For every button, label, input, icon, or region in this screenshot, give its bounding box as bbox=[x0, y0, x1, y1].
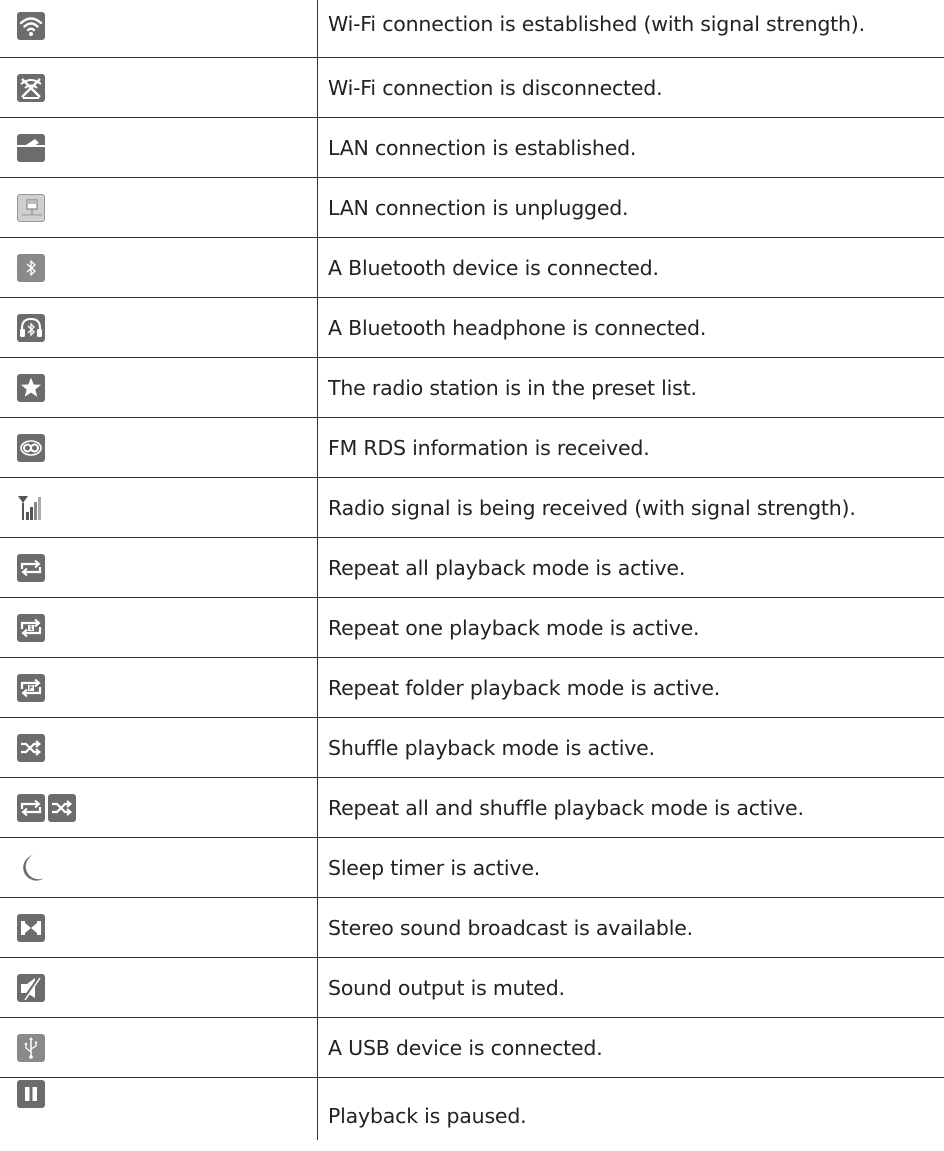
mute-icon bbox=[17, 973, 45, 1002]
table-row: Sound output is muted. bbox=[0, 957, 944, 1018]
description-cell: LAN connection is unplugged. bbox=[317, 177, 944, 238]
icon-cell bbox=[0, 837, 318, 898]
icon-cell: 1 bbox=[0, 597, 318, 658]
table-row: F Repeat folder playback mode is active. bbox=[0, 657, 944, 718]
description-cell: Wi-Fi connection is disconnected. bbox=[317, 57, 944, 118]
wifi-signal-icon bbox=[17, 12, 45, 40]
icon-legend-table: Wi-Fi connection is established (with si… bbox=[0, 0, 944, 1140]
icon-cell bbox=[0, 477, 318, 538]
repeat-all-icon bbox=[17, 553, 45, 582]
table-row: Stereo sound broadcast is available. bbox=[0, 897, 944, 958]
wifi-disconnected-icon bbox=[17, 73, 45, 102]
icon-cell bbox=[0, 117, 318, 178]
icon-cell bbox=[0, 957, 318, 1018]
repeat-one-icon: 1 bbox=[17, 613, 45, 642]
lan-connected-icon bbox=[17, 133, 45, 162]
icon-cell bbox=[0, 237, 318, 298]
description-cell: Sleep timer is active. bbox=[317, 837, 944, 898]
description-cell: A Bluetooth headphone is connected. bbox=[317, 297, 944, 358]
description-cell: FM RDS information is received. bbox=[317, 417, 944, 478]
stereo-icon bbox=[17, 913, 45, 942]
description-cell: Repeat one playback mode is active. bbox=[317, 597, 944, 658]
description-cell: Repeat all playback mode is active. bbox=[317, 537, 944, 598]
icon-cell bbox=[0, 537, 318, 598]
description-cell: LAN connection is established. bbox=[317, 117, 944, 178]
icon-cell bbox=[0, 357, 318, 418]
bluetooth-icon bbox=[17, 253, 45, 282]
description-cell: Repeat folder playback mode is active. bbox=[317, 657, 944, 718]
description-cell: The radio station is in the preset list. bbox=[317, 357, 944, 418]
table-row: Wi-Fi connection is established (with si… bbox=[0, 0, 944, 58]
icon-cell: F bbox=[0, 657, 318, 718]
table-row: Playback is paused. bbox=[0, 1077, 944, 1140]
icon-cell bbox=[0, 717, 318, 778]
table-row: A Bluetooth device is connected. bbox=[0, 237, 944, 298]
icon-cell bbox=[0, 297, 318, 358]
table-row: A Bluetooth headphone is connected. bbox=[0, 297, 944, 358]
icon-cell bbox=[0, 177, 318, 238]
table-row: Wi-Fi connection is disconnected. bbox=[0, 57, 944, 118]
description-cell: Repeat all and shuffle playback mode is … bbox=[317, 777, 944, 838]
shuffle-icon bbox=[48, 793, 76, 822]
icon-cell bbox=[0, 777, 318, 838]
table-row: Shuffle playback mode is active. bbox=[0, 717, 944, 778]
radio-signal-icon bbox=[17, 493, 45, 522]
description-cell: Radio signal is being received (with sig… bbox=[317, 477, 944, 538]
table-row: The radio station is in the preset list. bbox=[0, 357, 944, 418]
icon-cell bbox=[0, 1077, 318, 1140]
description-cell: Playback is paused. bbox=[328, 1104, 527, 1128]
icon-cell bbox=[0, 1017, 318, 1078]
icon-cell bbox=[0, 0, 318, 58]
description-cell: Shuffle playback mode is active. bbox=[317, 717, 944, 778]
table-row: Sleep timer is active. bbox=[0, 837, 944, 898]
repeat-folder-icon: F bbox=[17, 673, 45, 702]
usb-icon bbox=[17, 1033, 45, 1062]
table-row: Repeat all and shuffle playback mode is … bbox=[0, 777, 944, 838]
table-row: FM RDS information is received. bbox=[0, 417, 944, 478]
table-row: LAN connection is unplugged. bbox=[0, 177, 944, 238]
description-cell: A Bluetooth device is connected. bbox=[317, 237, 944, 298]
star-icon bbox=[17, 373, 45, 402]
icon-cell bbox=[0, 417, 318, 478]
shuffle-icon bbox=[17, 733, 45, 762]
icon-cell bbox=[0, 57, 318, 118]
description-cell: Stereo sound broadcast is available. bbox=[317, 897, 944, 958]
description-cell: Sound output is muted. bbox=[317, 957, 944, 1018]
svg-text:F: F bbox=[29, 685, 33, 692]
bluetooth-headphone-icon bbox=[17, 313, 45, 342]
table-row: LAN connection is established. bbox=[0, 117, 944, 178]
icon-cell bbox=[0, 897, 318, 958]
table-row: Repeat all playback mode is active. bbox=[0, 537, 944, 598]
rds-icon bbox=[17, 433, 45, 462]
lan-unplugged-icon bbox=[17, 193, 45, 222]
repeat-all-icon bbox=[17, 793, 45, 822]
table-row: 1 Repeat one playback mode is active. bbox=[0, 597, 944, 658]
moon-icon bbox=[17, 853, 45, 882]
table-row: A USB device is connected. bbox=[0, 1017, 944, 1078]
description-cell: A USB device is connected. bbox=[317, 1017, 944, 1078]
pause-icon bbox=[17, 1080, 45, 1108]
table-row: Radio signal is being received (with sig… bbox=[0, 477, 944, 538]
svg-text:1: 1 bbox=[29, 625, 33, 632]
description-cell: Wi-Fi connection is established (with si… bbox=[317, 0, 944, 58]
